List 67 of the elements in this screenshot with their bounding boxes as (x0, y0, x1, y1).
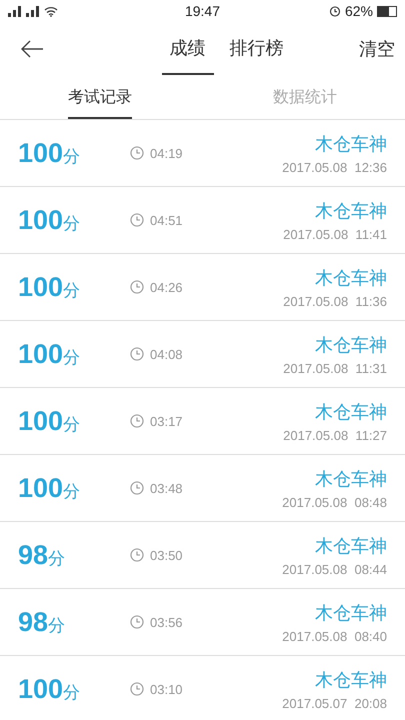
date-time: 2017.05.08 08:40 (282, 628, 387, 644)
score: 100分 (18, 138, 82, 168)
signal-icon (26, 6, 40, 16)
date-time: 2017.05.08 11:36 (283, 294, 387, 308)
user-name: 木仓车神 (314, 602, 387, 624)
record-row[interactable]: 100分 03:48 木仓车神 2017.05.08 08:48 (0, 455, 405, 522)
clock-icon (130, 481, 144, 495)
user-name: 木仓车神 (314, 400, 387, 424)
battery-icon (376, 6, 397, 16)
tab[interactable]: 排行榜 (222, 22, 292, 75)
clear-button[interactable]: 清空 (349, 36, 395, 60)
score: 100分 (18, 338, 82, 370)
duration: 03:56 (150, 614, 183, 630)
user-name: 木仓车神 (314, 266, 387, 290)
score: 100分 (18, 472, 82, 504)
duration: 03:10 (150, 682, 183, 696)
date-time: 2017.05.08 08:44 (282, 562, 387, 576)
status-time: 19:47 (184, 3, 220, 19)
signal-icon (8, 6, 22, 16)
clock-icon (130, 615, 144, 629)
date-time: 2017.05.08 12:36 (282, 160, 387, 174)
duration: 03:48 (150, 480, 183, 496)
date-time: 2017.05.08 11:31 (283, 360, 387, 376)
clock-icon (130, 280, 144, 294)
duration: 04:51 (150, 212, 183, 228)
record-row[interactable]: 98分 03:50 木仓车神 2017.05.08 08:44 (0, 522, 405, 589)
battery-percent: 62% (344, 3, 373, 19)
clock-icon (130, 682, 144, 696)
score: 100分 (18, 674, 82, 704)
score: 98分 (18, 540, 66, 570)
date-time: 2017.05.07 20:08 (282, 696, 387, 710)
user-name: 木仓车神 (314, 468, 387, 490)
duration: 03:50 (150, 548, 183, 562)
score: 100分 (18, 406, 82, 436)
record-row[interactable]: 100分 04:51 木仓车神 2017.05.08 11:41 (0, 187, 405, 254)
user-name: 木仓车神 (314, 334, 387, 356)
date-time: 2017.05.08 11:27 (283, 428, 387, 442)
duration: 03:17 (150, 414, 183, 428)
tab[interactable]: 数据统计 (273, 75, 337, 119)
record-row[interactable]: 100分 04:08 木仓车神 2017.05.08 11:31 (0, 321, 405, 388)
duration: 04:26 (150, 280, 183, 294)
duration: 04:08 (150, 346, 183, 362)
record-row[interactable]: 98分 03:56 木仓车神 2017.05.08 08:40 (0, 589, 405, 656)
record-row[interactable]: 100分 04:19 木仓车神 2017.05.08 12:36 (0, 120, 405, 187)
score: 98分 (18, 606, 66, 638)
alarm-icon (328, 5, 341, 17)
tab[interactable]: 考试记录 (68, 75, 132, 119)
clock-icon (130, 213, 144, 227)
date-time: 2017.05.08 11:41 (283, 226, 387, 242)
back-button[interactable] (20, 40, 44, 58)
record-row[interactable]: 100分 03:17 木仓车神 2017.05.08 11:27 (0, 388, 405, 455)
clock-icon (130, 146, 144, 160)
user-name: 木仓车神 (314, 668, 387, 692)
clock-icon (130, 347, 144, 361)
record-row[interactable]: 100分 04:26 木仓车神 2017.05.08 11:36 (0, 254, 405, 321)
user-name: 木仓车神 (314, 132, 387, 156)
date-time: 2017.05.08 08:48 (282, 494, 387, 510)
user-name: 木仓车神 (314, 534, 387, 558)
clock-icon (130, 414, 144, 428)
user-name: 木仓车神 (314, 200, 387, 222)
record-row[interactable]: 100分 03:10 木仓车神 2017.05.07 20:08 (0, 656, 405, 720)
wifi-icon (44, 6, 58, 16)
duration: 04:19 (150, 146, 183, 160)
clock-icon (130, 548, 144, 562)
score: 100分 (18, 204, 82, 236)
score: 100分 (18, 272, 82, 302)
tab[interactable]: 成绩 (162, 22, 214, 75)
